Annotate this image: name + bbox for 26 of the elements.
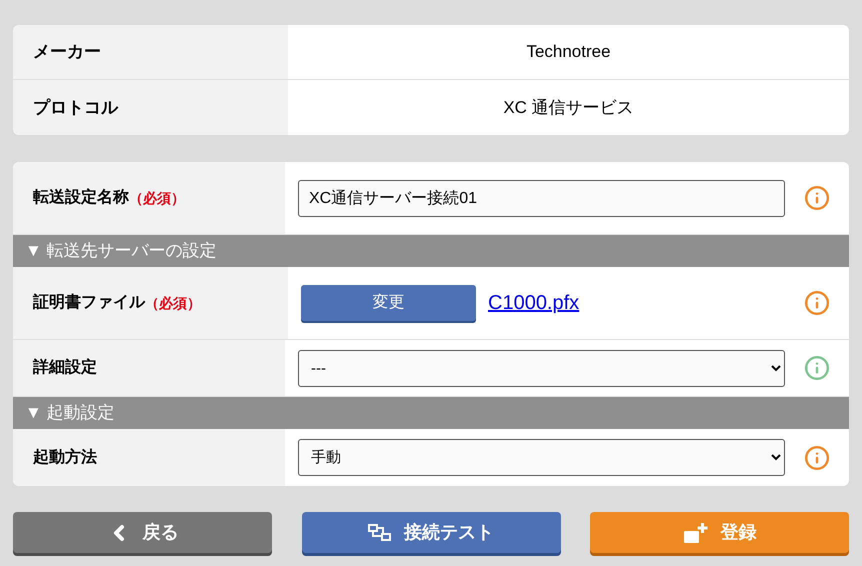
field-label: プロトコル <box>33 96 118 119</box>
register-button[interactable]: 登録 <box>590 512 849 553</box>
file-link[interactable]: C1000.pfx <box>488 288 580 318</box>
select-field[interactable]: --- <box>298 350 785 386</box>
section-header[interactable]: ▼ 起動設定 <box>13 397 849 429</box>
info-icon[interactable] <box>804 355 830 381</box>
test-button[interactable]: 接続テスト <box>302 512 560 553</box>
field-label: 証明書ファイル <box>33 292 145 313</box>
network-icon <box>368 524 392 542</box>
info-icon[interactable] <box>804 290 830 316</box>
name-input-field[interactable]: XC通信サーバー接続01 <box>298 180 785 216</box>
info-icon[interactable] <box>804 185 830 211</box>
field-label: 起動方法 <box>33 447 97 468</box>
back-button[interactable]: 戻る <box>13 512 272 553</box>
field-label: メーカー <box>33 41 101 64</box>
change-button[interactable]: 変更 <box>301 285 476 321</box>
select-field[interactable]: 手動 <box>298 439 785 476</box>
field-label: 転送設定名称 <box>33 187 129 208</box>
field-value: XC 通信サービス <box>503 96 634 119</box>
required-mark: （必須） <box>129 188 185 208</box>
field-label: 詳細設定 <box>33 357 97 378</box>
section-header[interactable]: ▼ 転送先サーバーの設定 <box>13 235 849 267</box>
field-value: Technotree <box>526 41 611 64</box>
box-plus-icon <box>682 522 708 544</box>
required-mark: （必須） <box>145 294 201 313</box>
info-icon[interactable] <box>804 444 830 470</box>
